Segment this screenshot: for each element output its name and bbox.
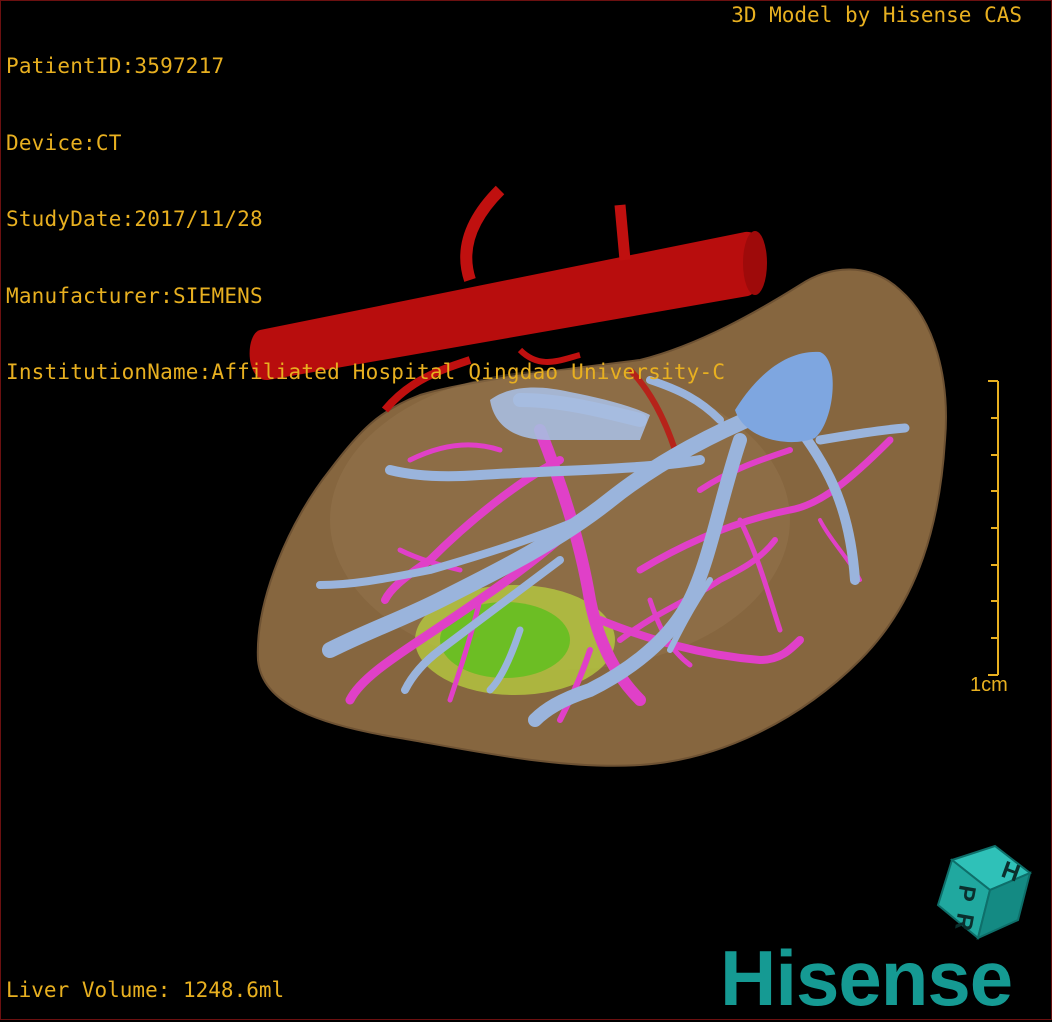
patient-id: PatientID:3597217 <box>6 54 225 78</box>
orientation-cube[interactable]: H P R <box>936 844 1032 940</box>
scale-bar <box>988 380 999 676</box>
model-credit: 3D Model by Hisense CAS <box>731 3 1022 27</box>
cube-face-r: R <box>949 911 979 933</box>
hisense-logo: Hisense <box>720 934 1013 1022</box>
dicom-info-overlay: PatientID:3597217 Device:CT StudyDate:20… <box>6 3 725 411</box>
institution-name: InstitutionName:Affiliated Hospital Qing… <box>6 360 726 384</box>
liver-volume: Liver Volume: 1248.6ml <box>6 978 285 1002</box>
manufacturer: Manufacturer:SIEMENS <box>6 283 263 308</box>
study-date: StudyDate:2017/11/28 <box>6 207 263 231</box>
device: Device:CT <box>6 130 122 155</box>
scale-bar-label: 1cm <box>970 674 1008 696</box>
